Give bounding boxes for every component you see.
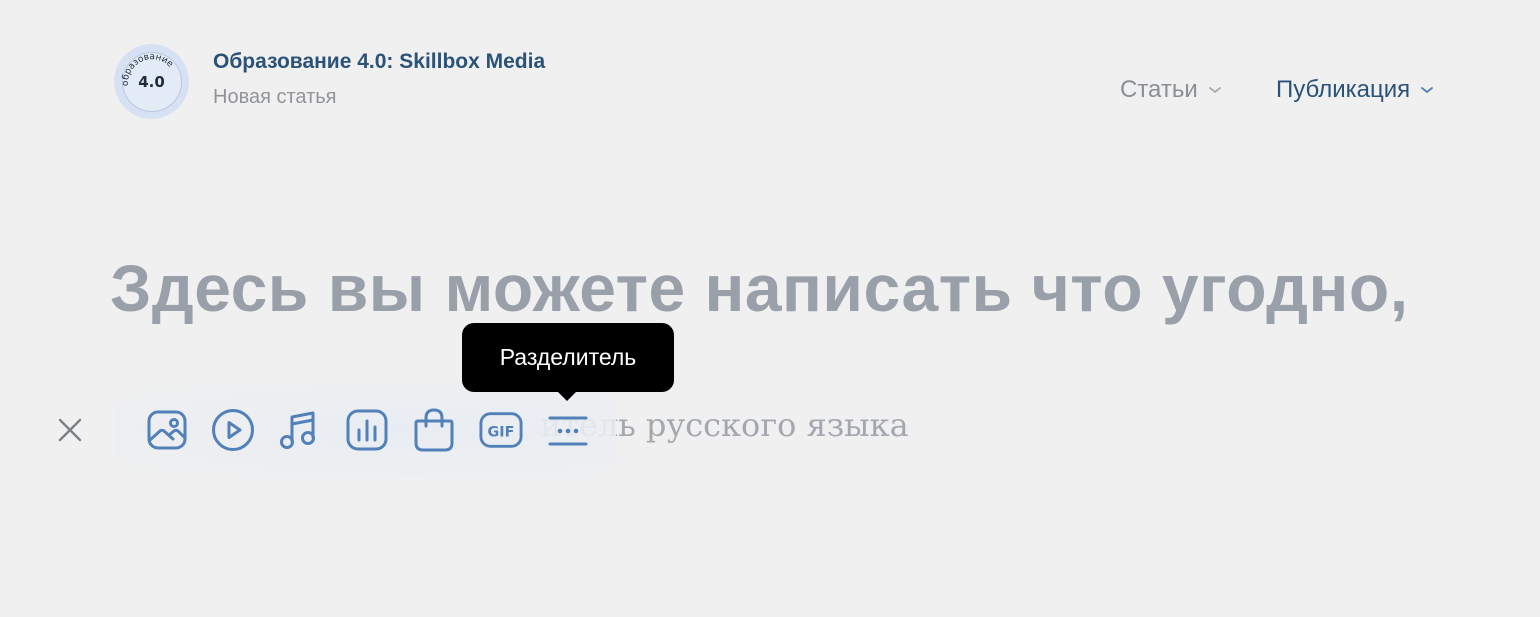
play-icon (212, 409, 254, 451)
avatar-ring-text: образование (120, 52, 174, 86)
insert-poll-button[interactable] (345, 408, 389, 452)
chevron-down-icon (1208, 87, 1221, 93)
chevron-down-icon (1421, 87, 1434, 93)
article-editor-page: образование 4.0 Образование 4.0: Skillbo… (0, 0, 1540, 617)
articles-menu-label: Статьи (1120, 76, 1198, 103)
tooltip-arrow (557, 391, 577, 401)
svg-text:образование: образование (120, 52, 174, 86)
avatar-logo: образование 4.0 (120, 51, 182, 112)
page-subtitle: Новая статья (213, 86, 337, 108)
group-name-link[interactable]: Образование 4.0: Skillbox Media (213, 50, 545, 74)
insert-product-button[interactable] (412, 408, 456, 452)
insert-video-button[interactable] (211, 408, 255, 452)
close-toolbar-button[interactable] (56, 416, 84, 444)
image-icon (147, 410, 187, 450)
insert-photo-button[interactable] (145, 408, 189, 452)
publish-menu[interactable]: Публикация (1276, 76, 1434, 104)
gif-icon: GIF (479, 412, 523, 448)
close-icon (58, 418, 82, 442)
insert-music-button[interactable] (277, 408, 321, 452)
chart-icon (346, 409, 388, 451)
insert-separator-button[interactable] (546, 408, 590, 452)
separator-icon (548, 416, 588, 446)
article-title-placeholder[interactable]: Здесь вы можете написать что угодно, (110, 250, 1409, 326)
svg-text:GIF: GIF (488, 425, 515, 441)
shopping-bag-icon (414, 408, 454, 452)
articles-menu[interactable]: Статьи (1120, 76, 1222, 104)
insert-gif-button[interactable]: GIF (479, 408, 523, 452)
separator-tooltip: Разделитель (462, 323, 674, 392)
music-icon (280, 411, 315, 449)
group-avatar[interactable]: образование 4.0 (114, 44, 189, 119)
publish-menu-label: Публикация (1276, 76, 1411, 103)
